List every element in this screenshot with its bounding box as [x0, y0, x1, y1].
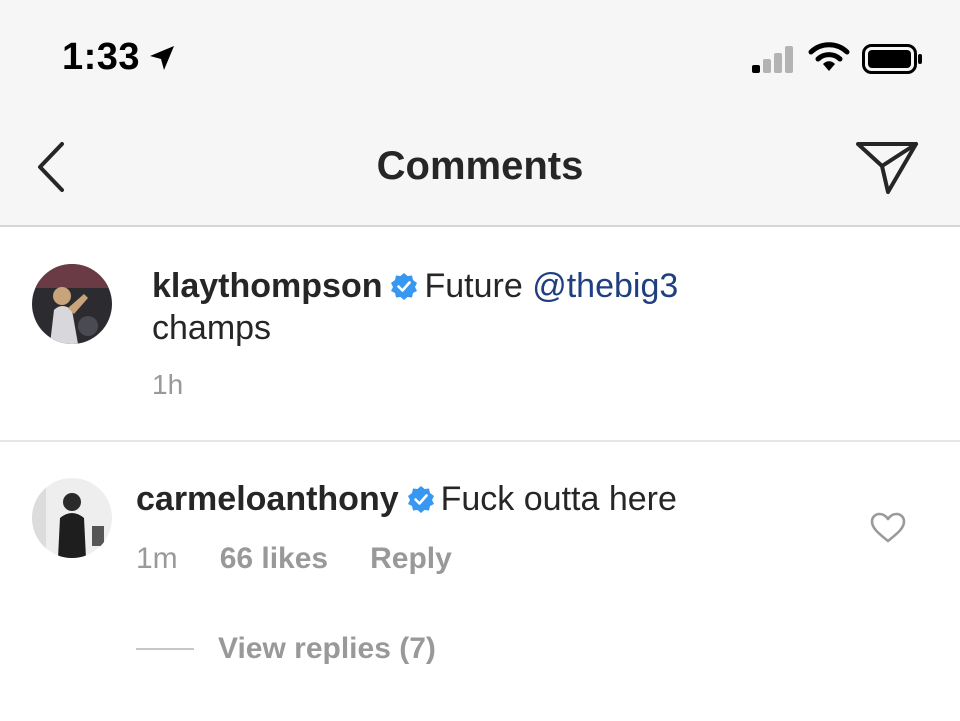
- battery-icon: [862, 44, 922, 74]
- page-title: Comments: [376, 144, 584, 188]
- post-caption: klaythompson Future @thebig3 champs 1h: [0, 227, 960, 442]
- caption-mention[interactable]: @thebig3: [532, 267, 678, 305]
- nav-bar: Comments: [0, 112, 960, 227]
- heart-icon[interactable]: [870, 512, 906, 544]
- caption-text-after: champs: [152, 309, 272, 347]
- view-replies-label: View replies (7): [218, 632, 436, 665]
- caption-text: klaythompson Future @thebig3 champs: [152, 265, 772, 349]
- likes-count-button[interactable]: 66 likes: [220, 542, 328, 575]
- location-arrow-icon: [150, 46, 174, 70]
- cellular-signal-icon: [752, 46, 793, 73]
- status-bar: 1:33: [0, 0, 960, 112]
- caption-username[interactable]: klaythompson: [152, 267, 382, 305]
- wifi-icon: [808, 42, 850, 71]
- verified-badge-icon: [391, 273, 418, 300]
- avatar-photo: [32, 478, 112, 558]
- comment-timestamp: 1m: [136, 542, 178, 575]
- comment-meta: 1m 66 likes Reply: [136, 542, 494, 576]
- caption-timestamp: 1h: [152, 369, 184, 400]
- comment-item: carmeloanthony Fuck outta here 1m 66 like…: [0, 442, 960, 721]
- status-time: 1:33: [62, 36, 141, 78]
- view-replies-button[interactable]: View replies (7): [136, 632, 436, 666]
- paper-plane-icon[interactable]: [852, 138, 922, 198]
- reply-button[interactable]: Reply: [370, 542, 452, 575]
- avatar[interactable]: [32, 478, 112, 558]
- replies-divider: [136, 648, 194, 650]
- comment-body: Fuck outta here: [440, 480, 677, 518]
- avatar[interactable]: [32, 264, 112, 344]
- comment-username[interactable]: carmeloanthony: [136, 480, 399, 518]
- avatar-photo: [32, 264, 112, 344]
- caption-text-before: Future: [424, 267, 523, 305]
- verified-badge-icon: [407, 486, 434, 513]
- comment-text: carmeloanthony Fuck outta here: [136, 478, 816, 520]
- comments-screen: 1:33 Comments klaythompson Future @thebi…: [0, 0, 960, 721]
